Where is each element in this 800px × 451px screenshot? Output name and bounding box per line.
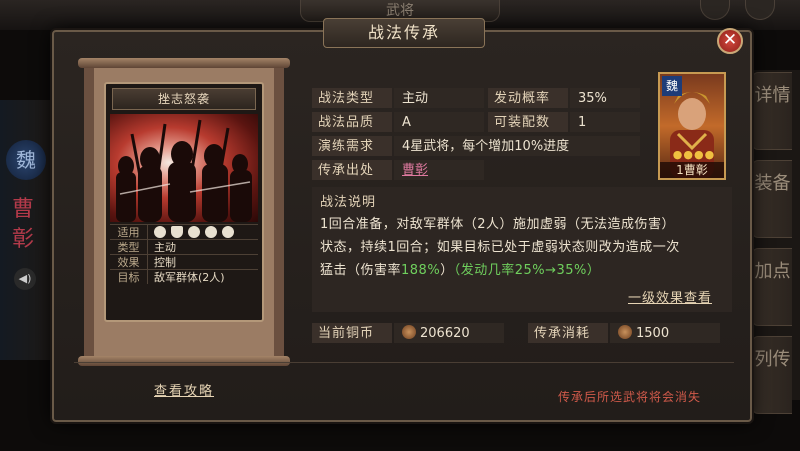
inherit-cost-label: 传承消耗 xyxy=(528,323,608,343)
portrait-name: 1曹彰 xyxy=(660,162,724,178)
source-general-link[interactable]: 曹彰 xyxy=(394,160,484,180)
inherit-amount: 1500 xyxy=(636,326,670,341)
applicable-troop-icons xyxy=(148,225,234,239)
attr-value: 控制 xyxy=(154,256,176,269)
faction-badge: 魏 xyxy=(662,76,682,96)
current-copper-label: 当前铜币 xyxy=(312,323,392,343)
shield-icon xyxy=(171,226,183,238)
attr-value: 敌军群体(2人) xyxy=(154,271,225,284)
tactic-type-value: 主动 xyxy=(394,88,484,108)
kingdom-badge: 魏 xyxy=(6,140,46,180)
requirement-value: 4星武将，每个增加10%进度 xyxy=(394,136,640,156)
tactic-inherit-dialog: 战法传承 ✕ 挫志怒袭 适用 类型 主动 效果 控制 目标 敌军群体(2人) 战… xyxy=(52,18,752,422)
equip-count-value: 1 xyxy=(570,112,640,132)
divider xyxy=(74,362,734,363)
close-button[interactable]: ✕ xyxy=(717,28,743,54)
equip-count-label: 可装配数 xyxy=(488,112,568,132)
description-fragment: 猛击（伤害率 xyxy=(320,263,402,278)
tab-equipment[interactable]: 装备 xyxy=(752,160,792,238)
tab-details[interactable]: 详情 xyxy=(752,72,792,150)
scroll-rod xyxy=(78,356,290,366)
attr-row-applicable: 适用 xyxy=(110,224,258,239)
tactic-name: 挫志怒袭 xyxy=(112,88,256,110)
attr-row-type: 类型 主动 xyxy=(110,239,258,254)
speaker-icon[interactable]: ◀) xyxy=(14,268,36,290)
tactic-quality-label: 战法品质 xyxy=(312,112,392,132)
view-guide-link[interactable]: 查看攻略 xyxy=(154,380,214,399)
tab-points[interactable]: 加点 xyxy=(752,248,792,326)
attr-key: 效果 xyxy=(110,255,148,269)
tactic-card: 挫志怒袭 适用 类型 主动 效果 控制 目标 敌军群体(2人) xyxy=(104,82,264,322)
trigger-rate-value: 35% xyxy=(570,88,640,108)
attr-key: 适用 xyxy=(110,225,148,239)
inherit-cost-value: 1500 xyxy=(610,323,720,343)
bow-icon xyxy=(188,226,200,238)
description-title: 战法说明 xyxy=(320,195,377,210)
requirement-label: 演练需求 xyxy=(312,136,392,156)
copper-coin-icon xyxy=(402,325,416,339)
tab-biography[interactable]: 列传 xyxy=(752,336,792,414)
tactic-description-panel: 战法说明 1回合准备，对敌军群体（2人）施加虚弱（无法造成伤害） 状态，持续1回… xyxy=(312,187,732,312)
dialog-title: 战法传承 xyxy=(323,18,485,48)
soldiers-silhouette-image xyxy=(116,119,252,222)
attr-row-target: 目标 敌军群体(2人) xyxy=(110,269,258,284)
tactic-quality-value: A xyxy=(394,112,484,132)
attr-row-effect: 效果 控制 xyxy=(110,254,258,269)
tactic-attributes: 适用 类型 主动 效果 控制 目标 敌军群体(2人) xyxy=(110,224,258,284)
tactic-artwork xyxy=(110,114,258,222)
current-copper-value: 206620 xyxy=(394,323,504,343)
general-portrait[interactable]: 魏 ●●●● 1曹彰 xyxy=(658,72,726,180)
side-general-name: 曹彰 xyxy=(12,197,35,252)
level-one-effect-link[interactable]: 一级效果查看 xyxy=(628,287,712,306)
scroll-rod xyxy=(78,58,290,68)
copper-coin-icon xyxy=(618,325,632,339)
trigger-rate-upgrade: （发动几率25%→35%） xyxy=(453,263,601,278)
siege-icon xyxy=(222,226,234,238)
tactic-scroll: 挫志怒袭 适用 类型 主动 效果 控制 目标 敌军群体(2人) xyxy=(78,58,290,366)
spear-icon xyxy=(205,226,217,238)
attr-key: 类型 xyxy=(110,240,148,254)
copper-amount: 206620 xyxy=(420,326,470,341)
description-fragment: ） xyxy=(440,263,454,278)
attr-key: 目标 xyxy=(110,270,148,284)
star-rating: ●●●● xyxy=(672,148,716,161)
cavalry-icon xyxy=(154,226,166,238)
attr-value: 主动 xyxy=(154,241,176,254)
description-line: 1回合准备，对敌军群体（2人）施加虚弱（无法造成伤害） xyxy=(320,217,676,232)
inherit-warning: 传承后所选武将将会消失 xyxy=(558,390,702,404)
damage-rate-value: 188% xyxy=(401,263,441,278)
description-text: 1回合准备，对敌军群体（2人）施加虚弱（无法造成伤害） 状态，持续1回合；如果目… xyxy=(320,213,724,282)
side-general-panel: 魏 曹彰 ◀) xyxy=(0,100,52,360)
description-line: 状态，持续1回合；如果目标已处于虚弱状态则改为造成一次 xyxy=(320,240,680,255)
source-label: 传承出处 xyxy=(312,160,392,180)
description-line: 猛击（伤害率188%）（发动几率25%→35%） xyxy=(320,259,724,282)
tactic-type-label: 战法类型 xyxy=(312,88,392,108)
trigger-rate-label: 发动概率 xyxy=(488,88,568,108)
